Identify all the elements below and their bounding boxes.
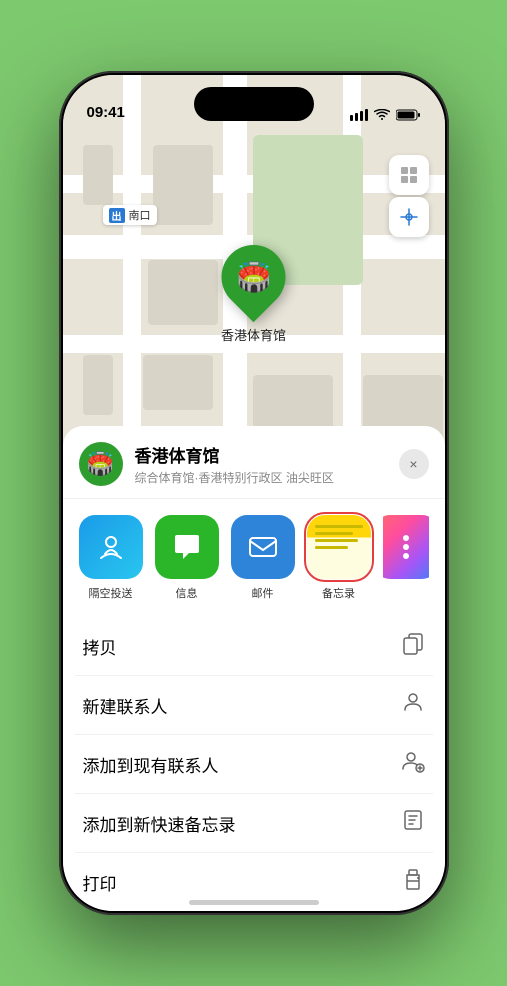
status-time: 09:41 (87, 104, 125, 121)
person-add-icon (401, 749, 425, 779)
status-icons (350, 109, 421, 121)
phone-frame: 09:41 (59, 71, 449, 915)
action-print-label: 打印 (83, 870, 117, 895)
action-item-copy[interactable]: 拷贝 (75, 617, 433, 676)
map-label-text: 南口 (129, 207, 151, 223)
message-label: 信息 (176, 585, 198, 601)
wifi-icon (374, 109, 390, 121)
phone-screen: 09:41 (63, 75, 445, 911)
share-item-airdrop[interactable]: 隔空投送 (79, 515, 143, 601)
share-item-notes[interactable]: 备忘录 (307, 515, 371, 601)
pin-icon: 🏟️ (236, 261, 271, 294)
location-button[interactable] (389, 197, 429, 237)
sheet-close-button[interactable]: × (399, 449, 429, 479)
share-item-message[interactable]: 信息 (155, 515, 219, 601)
share-item-mail[interactable]: 邮件 (231, 515, 295, 601)
signal-icon (350, 109, 368, 121)
action-new-contact-label: 新建联系人 (83, 693, 168, 718)
airdrop-icon-wrap (79, 515, 143, 579)
notes-icon-wrap (307, 515, 371, 579)
airdrop-label: 隔空投送 (89, 585, 133, 601)
airdrop-icon (94, 530, 128, 564)
home-indicator (189, 900, 319, 905)
mail-label: 邮件 (252, 585, 274, 601)
location-pin: 🏟️ 香港体育馆 (221, 245, 286, 344)
bottom-sheet: 🏟️ 香港体育馆 综合体育馆·香港特别行政区 油尖旺区 × (63, 426, 445, 911)
notes-line-2 (315, 532, 353, 535)
action-item-quick-note[interactable]: 添加到新快速备忘录 (75, 794, 433, 853)
sheet-header: 🏟️ 香港体育馆 综合体育馆·香港特别行政区 油尖旺区 × (63, 426, 445, 499)
map-type-button[interactable] (389, 155, 429, 195)
action-add-contact-label: 添加到现有联系人 (83, 752, 219, 777)
mail-icon-wrap (231, 515, 295, 579)
map-label-prefix: 出 (109, 208, 125, 223)
notes-icon-inner (307, 515, 371, 579)
venue-icon: 🏟️ (79, 442, 123, 486)
more-dot-3 (403, 553, 409, 559)
note-icon (401, 808, 425, 838)
more-icon-wrap (383, 515, 429, 579)
venue-subtitle: 综合体育馆·香港特别行政区 油尖旺区 (135, 469, 387, 486)
message-icon-wrap (155, 515, 219, 579)
venue-info: 香港体育馆 综合体育馆·香港特别行政区 油尖旺区 (135, 442, 387, 486)
notes-line-1 (315, 525, 363, 528)
action-copy-label: 拷贝 (83, 634, 117, 659)
share-row: 隔空投送 信息 (63, 499, 445, 617)
action-quick-note-label: 添加到新快速备忘录 (83, 811, 236, 836)
share-item-more[interactable] (383, 515, 429, 601)
action-list: 拷贝 新建联系人 (63, 617, 445, 903)
mail-icon (245, 529, 281, 565)
message-icon (169, 529, 205, 565)
pin-circle: 🏟️ (208, 232, 299, 323)
more-dot-1 (403, 535, 409, 541)
dynamic-island (194, 87, 314, 121)
notes-line-4 (315, 546, 349, 549)
notes-line-3 (315, 539, 358, 542)
action-item-add-contact[interactable]: 添加到现有联系人 (75, 735, 433, 794)
copy-icon (401, 631, 425, 661)
venue-name: 香港体育馆 (135, 442, 387, 467)
pin-label: 香港体育馆 (221, 325, 286, 344)
person-icon (401, 690, 425, 720)
notes-label: 备忘录 (322, 585, 355, 601)
map-controls[interactable] (389, 155, 429, 237)
map-label: 出 南口 (103, 205, 157, 225)
more-dot-2 (403, 544, 409, 550)
action-item-print[interactable]: 打印 (75, 853, 433, 903)
action-item-new-contact[interactable]: 新建联系人 (75, 676, 433, 735)
battery-icon (396, 109, 421, 121)
print-icon (401, 867, 425, 897)
